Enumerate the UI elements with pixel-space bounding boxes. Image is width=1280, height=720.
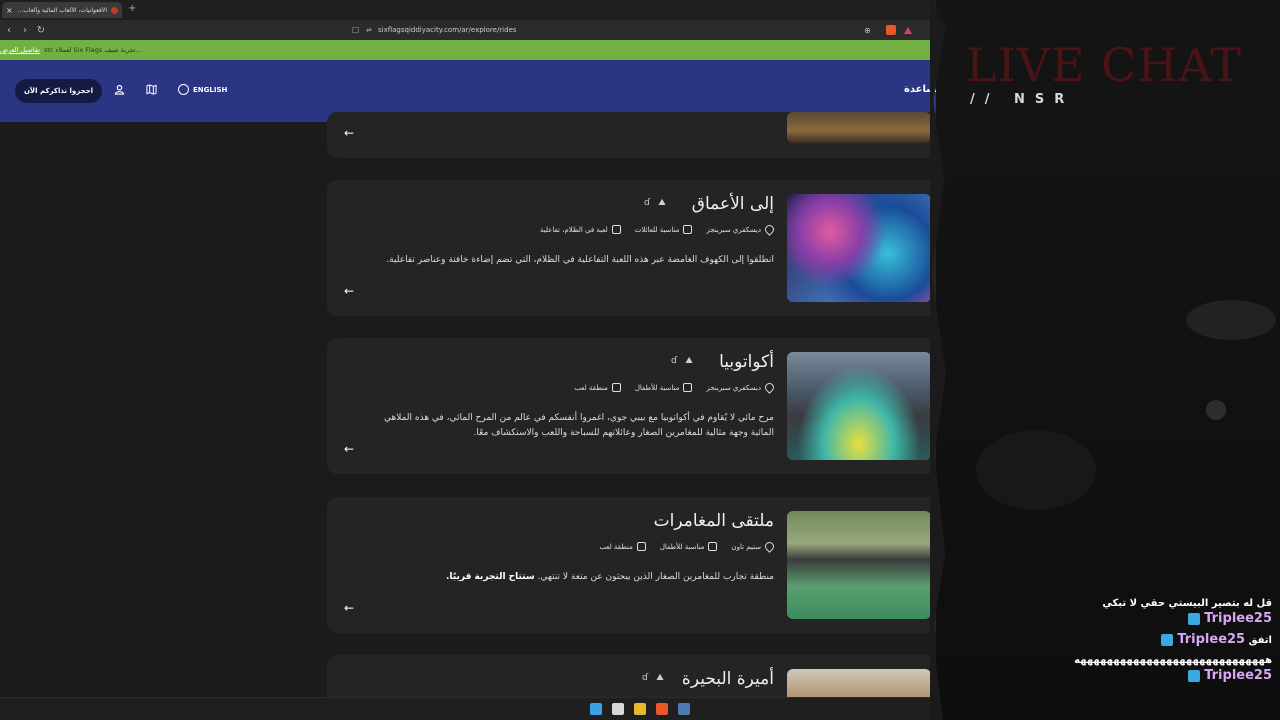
new-tab-button[interactable]: +: [128, 3, 136, 14]
back-button[interactable]: ‹: [2, 23, 16, 37]
overlay-texture: [1186, 300, 1276, 340]
ride-audience: مناسبة للعائلات: [635, 225, 693, 234]
tab-close-icon[interactable]: ×: [6, 6, 13, 15]
ride-arrow-icon[interactable]: ←: [344, 601, 354, 615]
chat-username: Triplee25: [1177, 632, 1246, 647]
ride-location: ديسكفري سبرينجز: [706, 381, 776, 394]
ride-meta: ديسكفري سبرينجز مناسبة للعائلات لعبة في …: [540, 223, 776, 236]
screen: الأفعوانيات، الألعاب المائية وألعاب... ×…: [0, 0, 1280, 720]
ride-category: منطقة لعب: [574, 383, 621, 392]
water-drop-icon: ɗ: [644, 198, 651, 208]
category-grid-icon: [636, 542, 646, 551]
ride-title: أميرة البحيرة: [681, 669, 774, 689]
ride-card[interactable]: إلى الأعماق ɗ ⛰ ديسكفري سبرينجز مناسبة ل…: [327, 180, 941, 316]
language-switcher[interactable]: ENGLISH: [178, 84, 227, 95]
subscriber-badge-icon: [1188, 613, 1201, 625]
steam-icon[interactable]: [678, 703, 690, 715]
water-drop-icon: ɗ: [642, 673, 649, 683]
height-requirement-icon: ⛰: [656, 673, 664, 683]
ride-description: مرح مائي لا يُقاوم في أكواتوبيا مع بيبي …: [383, 413, 774, 438]
category-grid-icon: [611, 383, 621, 392]
ride-arrow-icon[interactable]: ←: [344, 126, 354, 140]
ride-audience: مناسبة للأطفال: [660, 542, 718, 551]
url-text[interactable]: sixflagsqiddiyacity.com/ar/explore/rides: [378, 26, 864, 34]
announcement-text: ...تجربة صيف Six Flags لعملاء stc: [43, 46, 142, 54]
bookmark-icon[interactable]: ☐: [352, 26, 366, 35]
zoom-icon[interactable]: ⊕: [864, 26, 878, 35]
torn-edge-decoration: [930, 0, 946, 720]
location-pin-icon: [763, 223, 776, 236]
chat-username: Triplee25: [1204, 611, 1272, 626]
announcement-link[interactable]: تفاصيل العرض: [0, 46, 40, 54]
category-grid-icon: [611, 225, 621, 234]
live-chat-subtitle: // NSR: [970, 92, 1075, 107]
ride-audience: مناسبة للأطفال: [635, 383, 693, 392]
ride-image: [787, 194, 931, 302]
ride-meta: ديسكفري سبرينجز مناسبة للأطفال منطقة لعب: [574, 381, 776, 394]
kids-icon: [708, 542, 718, 551]
location-pin-icon: [763, 540, 776, 553]
ride-badges: ɗ ⛰: [642, 673, 664, 683]
ride-location: ديسكفري سبرينجز: [706, 223, 776, 236]
os-taskbar: [0, 697, 940, 720]
browser-tab[interactable]: الأفعوانيات، الألعاب المائية وألعاب... ×: [2, 2, 122, 18]
chat-feed: قل له بتصير البيستي حقي لا تبكي Triplee2…: [1040, 596, 1272, 689]
ride-card[interactable]: ملتقى المغامرات ستيم تاون مناسبة للأطفال…: [327, 497, 941, 633]
globe-icon: [178, 84, 189, 95]
tab-title: الأفعوانيات، الألعاب المائية وألعاب...: [17, 6, 108, 14]
reload-button[interactable]: ↻: [34, 23, 48, 37]
site-info-icon[interactable]: ⇌: [366, 26, 378, 34]
park-map-icon[interactable]: [146, 84, 157, 98]
ride-title: أكواتوبيا: [719, 352, 774, 372]
ride-image: [787, 112, 931, 143]
overlay-texture: [1206, 400, 1226, 420]
site-favicon-icon: [111, 6, 118, 14]
browser-tab-strip: الأفعوانيات، الألعاب المائية وألعاب... ×…: [0, 0, 940, 20]
height-requirement-icon: ⛰: [685, 356, 693, 366]
brave-shields-icon[interactable]: [886, 25, 896, 35]
ride-category: لعبة في الظلام، تفاعلية: [540, 225, 621, 234]
height-requirement-icon: ⛰: [658, 198, 666, 208]
ride-arrow-icon[interactable]: ←: [344, 284, 354, 298]
ride-card[interactable]: أكواتوبيا ɗ ⛰ ديسكفري سبرينجز مناسبة للأ…: [327, 338, 941, 474]
family-icon: [683, 225, 693, 234]
subscriber-badge-icon: [1161, 634, 1174, 646]
overlay-texture: [976, 430, 1096, 510]
brave-browser-icon[interactable]: [656, 703, 668, 715]
ride-meta: ستيم تاون مناسبة للأطفال منطقة لعب: [599, 540, 776, 553]
ride-description: انطلقوا إلى الكهوف الغامضة عبر هذه اللعب…: [386, 255, 774, 265]
brave-rewards-icon[interactable]: [904, 26, 912, 34]
address-bar[interactable]: ☐ ⇌ sixflagsqiddiyacity.com/ar/explore/r…: [352, 23, 912, 37]
language-label: ENGLISH: [193, 85, 228, 94]
ride-image: [787, 511, 931, 619]
task-view-icon[interactable]: [612, 703, 624, 715]
ride-location: ستيم تاون: [731, 540, 776, 553]
book-tickets-button[interactable]: احجزوا تذاكركم الآن: [15, 79, 102, 103]
chat-message: هههههههههههههههههههههههههههههه Triplee25: [1074, 655, 1272, 683]
ride-badges: ɗ ⛰: [644, 198, 666, 208]
water-drop-icon: ɗ: [671, 356, 678, 366]
account-icon[interactable]: [114, 84, 125, 98]
live-chat-title: LIVE CHAT: [966, 38, 1242, 92]
ride-category: منطقة لعب: [599, 542, 646, 551]
forward-button[interactable]: ›: [18, 23, 32, 37]
browser-toolbar: ‹ › ↻ ☐ ⇌ sixflagsqiddiyacity.com/ar/exp…: [0, 20, 940, 40]
kids-icon: [683, 383, 693, 392]
ride-description: منطقة تجارب للمغامرين الصغار الذين يبحثو…: [446, 572, 774, 582]
chat-username: Triplee25: [1204, 668, 1272, 683]
chat-message: اتفق Triplee25: [1040, 632, 1272, 648]
start-menu-icon[interactable]: [590, 703, 602, 715]
ride-title: إلى الأعماق: [691, 194, 774, 214]
announcement-bar: ...تجربة صيف Six Flags لعملاء stc تفاصيل…: [0, 40, 940, 60]
ride-title: ملتقى المغامرات: [653, 511, 774, 531]
chat-message: قل له بتصير البيستي حقي لا تبكي Triplee2…: [1102, 598, 1272, 626]
location-pin-icon: [763, 381, 776, 394]
ride-arrow-icon[interactable]: ←: [344, 442, 354, 456]
ride-image: [787, 352, 931, 460]
ride-badges: ɗ ⛰: [671, 356, 693, 366]
subscriber-badge-icon: [1188, 670, 1201, 682]
ride-card-previous[interactable]: ←: [327, 112, 941, 158]
file-explorer-icon[interactable]: [634, 703, 646, 715]
